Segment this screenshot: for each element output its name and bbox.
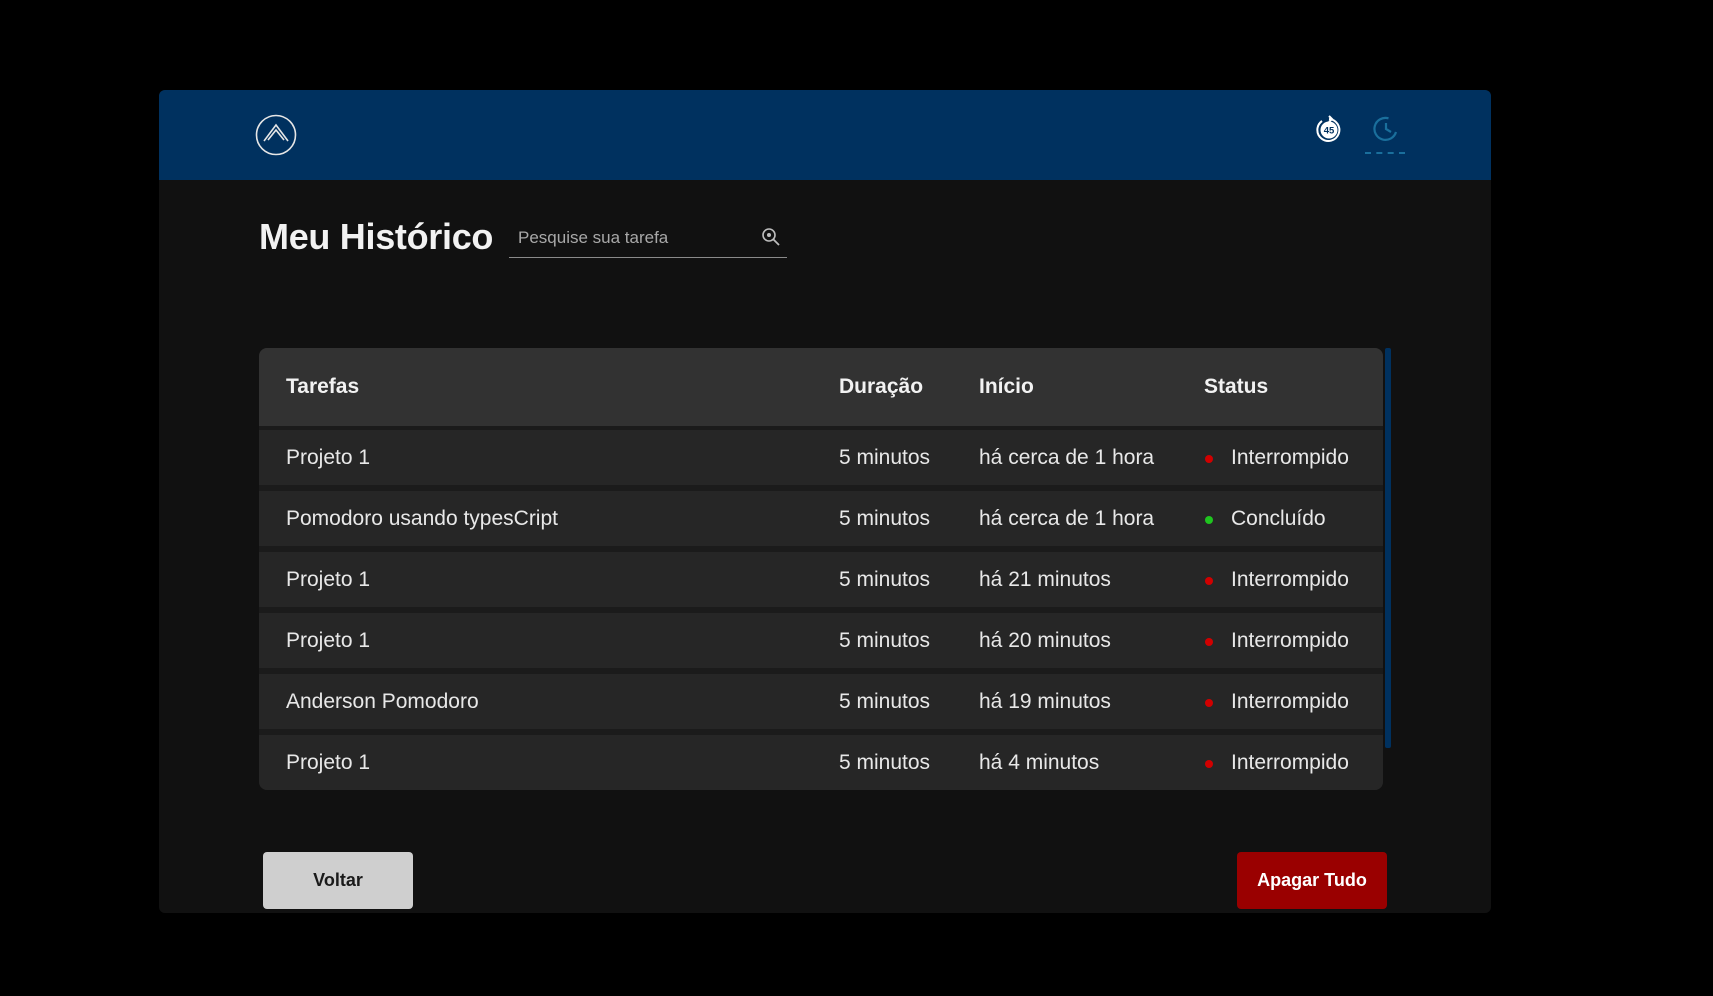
- timer-45-icon[interactable]: 45: [1314, 115, 1344, 145]
- status-dot: [1205, 455, 1213, 463]
- app-window: 45 Meu Histórico Tarefas Duração Início …: [159, 90, 1491, 913]
- header-status: Status: [1204, 375, 1269, 398]
- clear-all-button[interactable]: Apagar Tudo: [1237, 852, 1387, 909]
- table-row: Projeto 1 5 minutos há cerca de 1 hora I…: [259, 430, 1383, 485]
- history-table: Tarefas Duração Início Status Projeto 1 …: [259, 348, 1383, 790]
- status-cell: Interrompido: [1231, 446, 1349, 469]
- table-row: Projeto 1 5 minutos há 4 minutos Interro…: [259, 735, 1383, 790]
- status-dot: [1205, 638, 1213, 646]
- duration-cell: 5 minutos: [839, 629, 931, 652]
- page-title: Meu Histórico: [259, 216, 494, 257]
- duration-cell: 5 minutos: [839, 751, 931, 774]
- task-cell: Pomodoro usando typesCript: [286, 507, 558, 530]
- start-cell: há 21 minutos: [979, 568, 1111, 591]
- header-duration: Duração: [839, 375, 924, 398]
- status-dot: [1205, 577, 1213, 585]
- status-cell: Interrompido: [1231, 629, 1349, 652]
- table-row: Projeto 1 5 minutos há 20 minutos Interr…: [259, 613, 1383, 668]
- start-cell: há 20 minutos: [979, 629, 1111, 652]
- start-cell: há 19 minutos: [979, 690, 1111, 713]
- svg-text:45: 45: [1324, 126, 1335, 137]
- status-cell: Interrompido: [1231, 690, 1349, 713]
- search-input[interactable]: [509, 218, 760, 258]
- start-cell: há 4 minutos: [979, 751, 1100, 774]
- table-scrollbar[interactable]: [1385, 348, 1391, 748]
- status-dot: [1205, 516, 1213, 524]
- header-start: Início: [979, 375, 1034, 398]
- clock-history-icon[interactable]: [1365, 112, 1405, 154]
- task-cell: Projeto 1: [286, 629, 371, 652]
- status-dot: [1205, 760, 1213, 768]
- triangle-logo-icon[interactable]: [255, 114, 297, 156]
- table-row: Anderson Pomodoro 5 minutos há 19 minuto…: [259, 674, 1383, 729]
- status-cell: Concluído: [1231, 507, 1326, 530]
- task-cell: Projeto 1: [286, 751, 371, 774]
- duration-cell: 5 minutos: [839, 446, 931, 469]
- header-tasks: Tarefas: [286, 375, 360, 398]
- status-cell: Interrompido: [1231, 751, 1349, 774]
- header-bar: 45: [159, 90, 1491, 180]
- table-row: Pomodoro usando typesCript 5 minutos há …: [259, 491, 1383, 546]
- search-field[interactable]: [509, 218, 787, 258]
- start-cell: há cerca de 1 hora: [979, 446, 1155, 469]
- status-dot: [1205, 699, 1213, 707]
- task-cell: Anderson Pomodoro: [286, 690, 479, 713]
- table-header: Tarefas Duração Início Status: [259, 348, 1383, 426]
- duration-cell: 5 minutos: [839, 568, 931, 591]
- status-cell: Interrompido: [1231, 568, 1349, 591]
- magnifier-icon[interactable]: [761, 227, 781, 247]
- task-cell: Projeto 1: [286, 568, 371, 591]
- task-cell: Projeto 1: [286, 446, 371, 469]
- duration-cell: 5 minutos: [839, 690, 931, 713]
- duration-cell: 5 minutos: [839, 507, 931, 530]
- table-row: Projeto 1 5 minutos há 21 minutos Interr…: [259, 552, 1383, 607]
- back-button[interactable]: Voltar: [263, 852, 413, 909]
- start-cell: há cerca de 1 hora: [979, 507, 1155, 530]
